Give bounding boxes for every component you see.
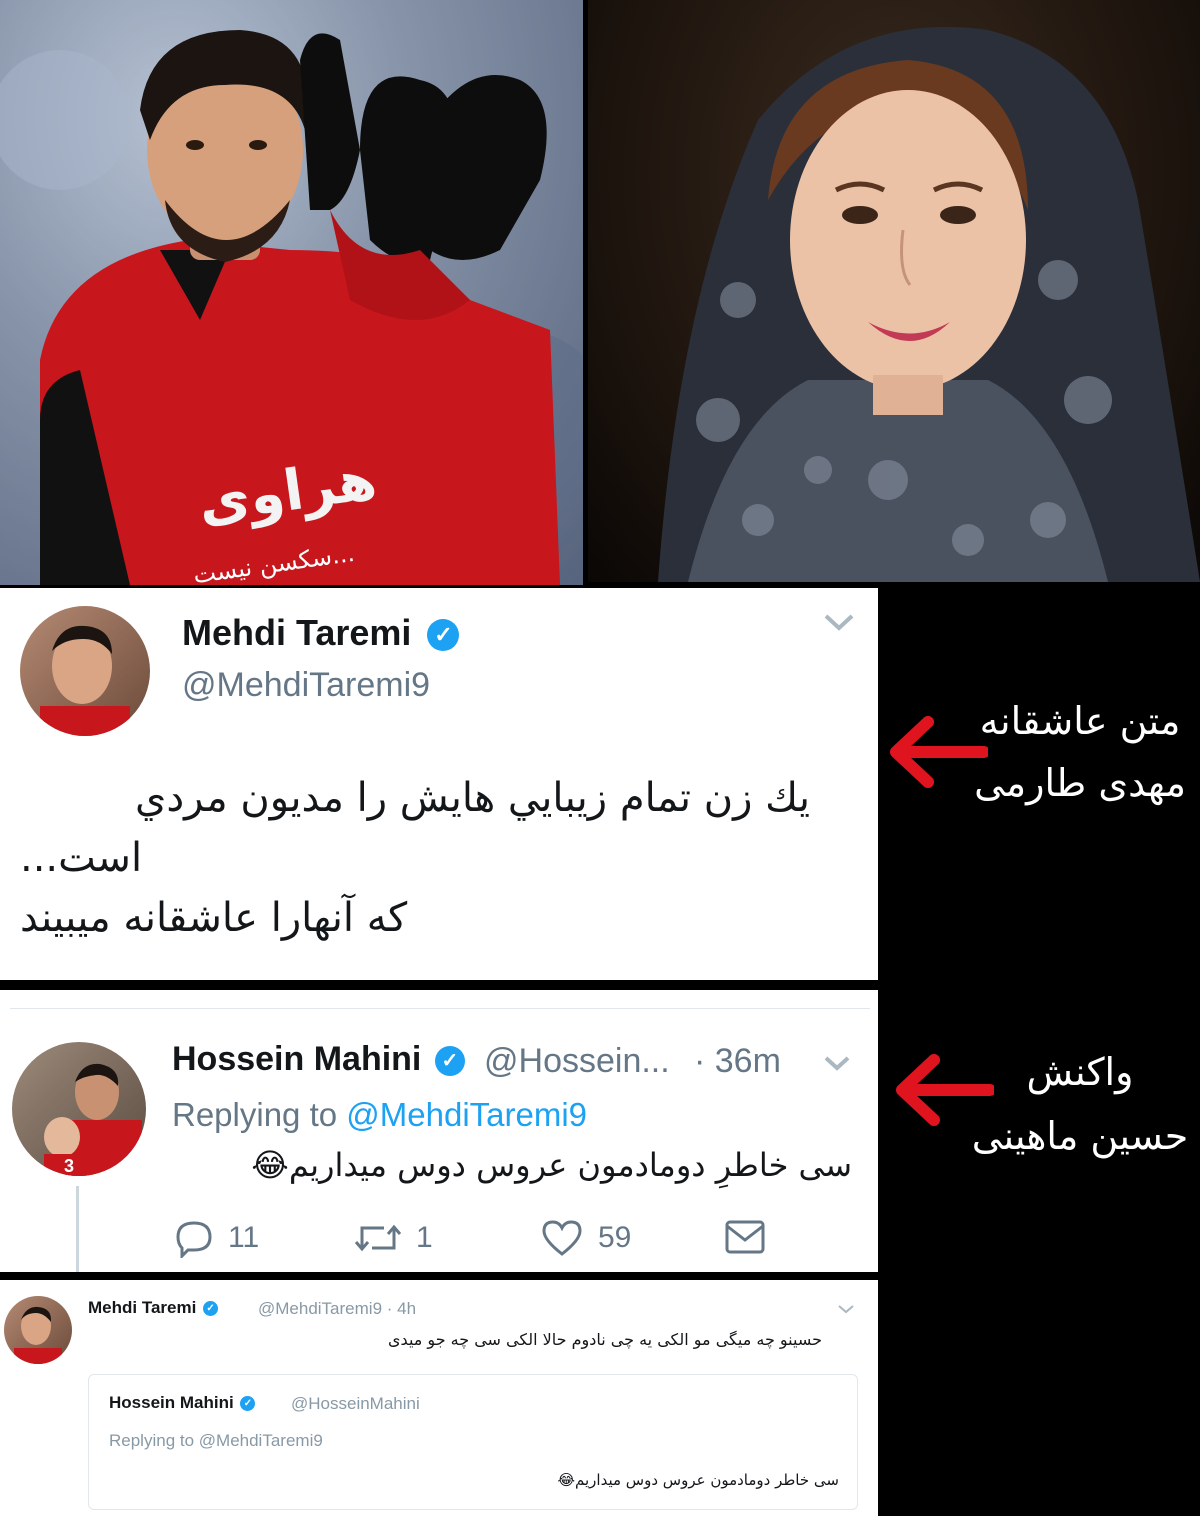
photo-actress — [588, 0, 1200, 582]
tweet-text: حسینو چه میگی مو الکی یه چی نادوم حالا ا… — [388, 1330, 822, 1349]
author-name: Mehdi Taremi — [182, 612, 412, 653]
reply-count: 11 — [228, 1221, 260, 1254]
photo-footballer: هراوی سکسن نیست... — [0, 0, 583, 585]
envelope-icon — [725, 1220, 765, 1254]
replying-label: Replying to — [172, 1096, 338, 1133]
caption-line: حسین ماهینی — [971, 1114, 1189, 1158]
verified-badge-icon: ✓ — [434, 1046, 465, 1077]
author-name: Hossein Mahini — [172, 1040, 422, 1078]
avatar-illustration — [14, 1306, 62, 1364]
caption-second: واکنش حسین ماهینی — [960, 1040, 1200, 1168]
like-count: 59 — [598, 1221, 632, 1254]
chevron-down-icon[interactable] — [836, 1302, 856, 1321]
author-handle: @MehdiTaremi9 · 4h — [258, 1299, 417, 1318]
divider — [10, 1008, 870, 1009]
tweet-text-line: که آنهارا عاشقانه میبیند — [20, 895, 408, 941]
author-name: Mehdi Taremi — [88, 1298, 197, 1317]
quoted-replying-label: Replying to @MehdiTaremi9 — [109, 1431, 323, 1450]
tweet-time: · 36m — [694, 1042, 781, 1080]
avatar[interactable]: 3 — [12, 1042, 146, 1176]
chevron-down-icon[interactable] — [822, 610, 856, 639]
actress-illustration — [658, 26, 1200, 582]
tweet-second-reply[interactable]: Mehdi Taremi ✓ @MehdiTaremi9 · 4h حسینو … — [0, 1280, 878, 1516]
verified-badge-icon: ✓ — [427, 619, 460, 652]
quoted-tweet-text: سی خاطر دومادمون عروس دوس میداریم😂 — [557, 1471, 839, 1489]
avatar-illustration — [40, 625, 130, 736]
chevron-down-icon[interactable] — [822, 1052, 852, 1079]
tweet-main[interactable]: Mehdi Taremi ✓ @MehdiTaremi9 يك زن تمام … — [0, 588, 878, 980]
retweet-icon — [354, 1224, 402, 1252]
caption-line: واکنش — [1026, 1050, 1134, 1094]
thread-line — [76, 1186, 79, 1272]
reply-icon — [176, 1221, 212, 1258]
author-handle: @MehdiTaremi9 — [182, 666, 431, 704]
caption-line: متن عاشقانه — [979, 699, 1181, 743]
retweet-button[interactable]: 1 — [354, 1218, 433, 1258]
author-handle: @Hossein... — [484, 1042, 670, 1080]
tweet-text-line: است... — [20, 835, 143, 881]
message-button[interactable] — [724, 1218, 780, 1256]
quoted-author-handle: @HosseinMahini — [291, 1394, 420, 1413]
verified-badge-icon: ✓ — [240, 1396, 256, 1412]
retweet-count: 1 — [416, 1221, 433, 1254]
replying-handle-link[interactable]: @MehdiTaremi9 — [346, 1096, 587, 1133]
reply-button[interactable]: 11 — [174, 1218, 259, 1258]
heart-icon — [542, 1220, 582, 1256]
quoted-author-name: Hossein Mahini — [109, 1393, 234, 1412]
quoted-tweet[interactable]: Hossein Mahini ✓ @HosseinMahini Replying… — [88, 1374, 858, 1510]
avatar-illustration: 3 — [44, 1063, 142, 1176]
avatar[interactable] — [20, 606, 150, 736]
svg-text:3: 3 — [64, 1156, 74, 1176]
verified-badge-icon: ✓ — [203, 1301, 219, 1317]
caption-line: مهدی طارمی — [974, 761, 1186, 805]
like-button[interactable]: 59 — [540, 1218, 631, 1258]
footballer-illustration: هراوی سکسن نیست... — [0, 0, 583, 585]
caption-first: متن عاشقانه مهدی طارمی — [960, 690, 1200, 814]
tweet-text: يك زن تمام زيبايي هايش را مديون مردي است… — [20, 768, 810, 948]
avatar[interactable] — [4, 1296, 72, 1364]
tweet-text: سی خاطرِ دومادمون عروس دوس میداریم😂 — [251, 1146, 852, 1184]
tweet-text-line: يك زن تمام زيبايي هايش را مديون مردي — [135, 775, 810, 821]
tweet-reply[interactable]: 3 Hossein Mahini ✓ @Hossein... · 36m Rep… — [0, 990, 878, 1272]
